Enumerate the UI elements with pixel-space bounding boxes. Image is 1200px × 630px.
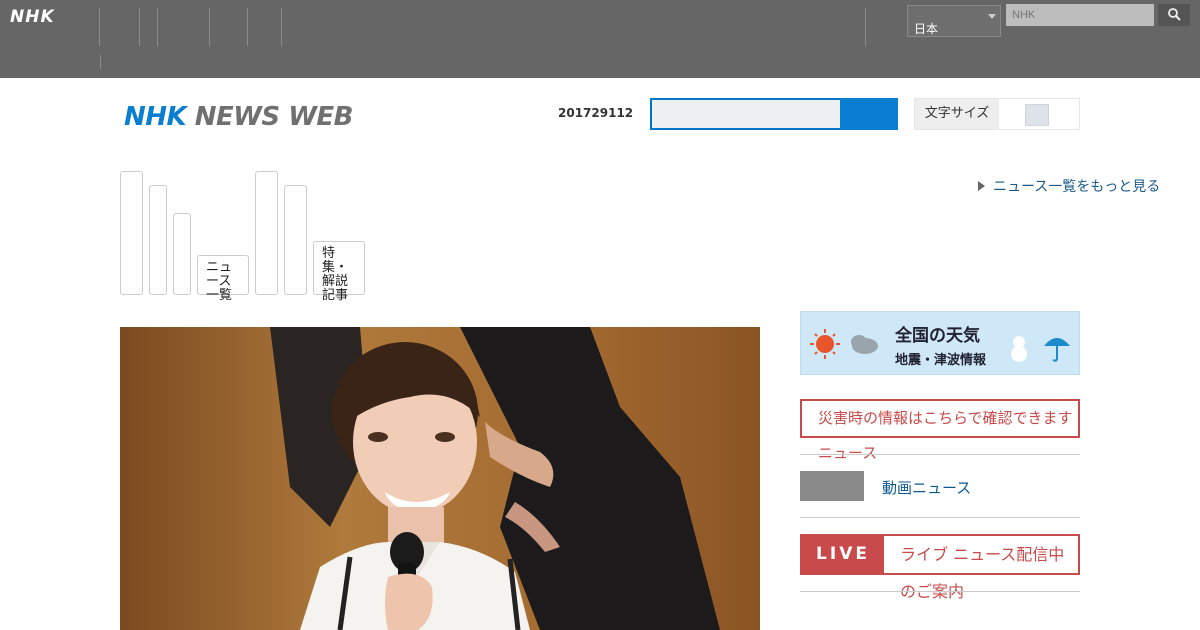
category-tile[interactable] bbox=[173, 213, 191, 295]
global-nav-item[interactable] bbox=[248, 8, 282, 46]
more-news-label: ニュース一覧をもっと見る bbox=[993, 179, 1161, 195]
category-tile[interactable] bbox=[255, 171, 278, 295]
category-tile[interactable] bbox=[149, 185, 167, 295]
global-search-button[interactable] bbox=[1158, 4, 1190, 26]
nav-divider bbox=[100, 55, 101, 69]
news-logo-nhk: NHK bbox=[124, 102, 187, 132]
main-news-photo[interactable] bbox=[120, 327, 760, 630]
news-web-logo[interactable]: NHK NEWS WEB bbox=[124, 102, 353, 132]
global-header: NHK 日本 bbox=[0, 0, 1200, 78]
live-stream-link[interactable]: LIVE ライブ ニュース配信中のご案内 bbox=[800, 534, 1080, 601]
language-selected: 日本 bbox=[914, 22, 939, 36]
category-tile[interactable]: 特集・解説記事 bbox=[313, 241, 365, 303]
category-tile[interactable] bbox=[120, 171, 143, 295]
search-icon bbox=[1168, 7, 1181, 21]
news-photo-image bbox=[120, 327, 760, 630]
weather-subtitle: 地震・津波情報 bbox=[895, 353, 987, 368]
disaster-info-link[interactable]: 災害時の情報はこちらで確認できますニュース bbox=[800, 399, 1080, 462]
news-search-button[interactable] bbox=[840, 98, 898, 130]
global-nav-item[interactable] bbox=[140, 8, 158, 46]
live-badge: LIVE bbox=[802, 536, 884, 573]
global-nav-item[interactable] bbox=[82, 8, 100, 46]
weather-banner[interactable]: 全国の天気 地震・津波情報 bbox=[800, 311, 1080, 375]
global-nav-item[interactable] bbox=[104, 8, 140, 46]
video-news-link[interactable]: 動画ニュース bbox=[882, 477, 971, 498]
category-label: 特集・解説記事 bbox=[322, 246, 349, 303]
category-tile[interactable]: ニュース一覧 bbox=[197, 255, 249, 303]
divider bbox=[800, 517, 1080, 518]
text-size-control: 文字サイズ bbox=[914, 98, 1080, 130]
news-search-input[interactable] bbox=[650, 98, 842, 130]
category-tile[interactable] bbox=[284, 185, 307, 295]
news-logo-newsweb: NEWS WEB bbox=[194, 102, 354, 132]
global-nav-item[interactable] bbox=[212, 8, 248, 46]
more-news-link[interactable]: ニュース一覧をもっと見る bbox=[978, 176, 1160, 196]
divider bbox=[800, 591, 1080, 592]
global-nav-item[interactable] bbox=[868, 8, 904, 46]
text-size-label: 文字サイズ bbox=[915, 99, 999, 129]
global-search-input[interactable] bbox=[1006, 4, 1154, 26]
video-thumbnail[interactable] bbox=[800, 471, 864, 501]
divider bbox=[800, 454, 1080, 455]
category-label: ニュース一覧 bbox=[206, 260, 233, 303]
language-select[interactable]: 日本 bbox=[907, 5, 1001, 37]
chevron-down-icon bbox=[988, 14, 996, 19]
live-stream-label: ライブ ニュース配信中のご案内 bbox=[900, 545, 1065, 601]
weather-title: 全国の天気 bbox=[895, 326, 980, 346]
text-size-toggle[interactable] bbox=[1025, 104, 1049, 126]
current-date: 201729112 bbox=[558, 106, 634, 120]
global-nav-item[interactable] bbox=[848, 8, 866, 46]
global-nav-item[interactable] bbox=[160, 8, 210, 46]
triangle-right-icon bbox=[978, 181, 985, 191]
nhk-logo[interactable]: NHK bbox=[10, 7, 55, 27]
